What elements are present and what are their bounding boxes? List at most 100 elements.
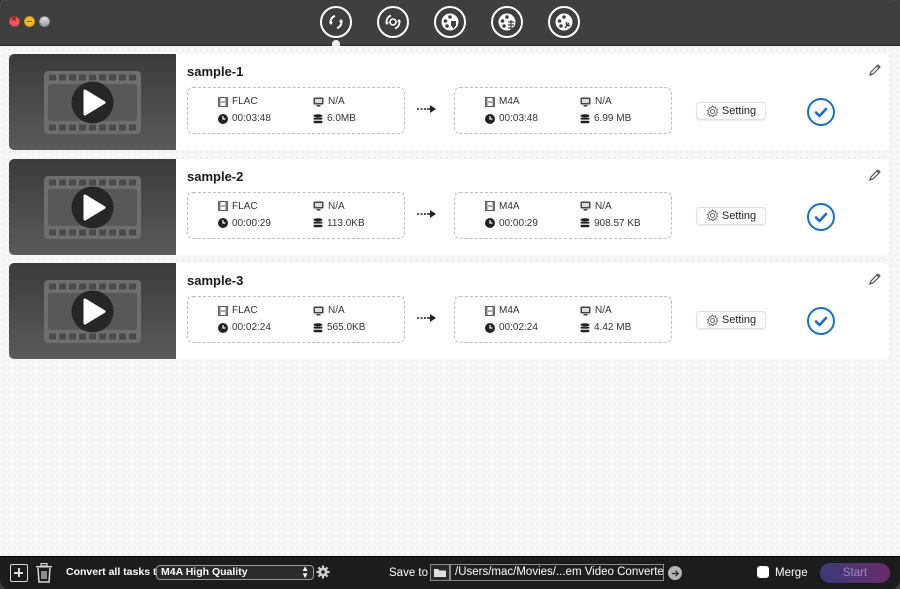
rename-button[interactable] [867, 271, 883, 287]
film-icon [485, 96, 495, 107]
source-duration: 00:02:24 [218, 322, 271, 333]
film-hole [69, 229, 76, 235]
source-duration-value: 00:03:48 [232, 113, 271, 124]
source-duration-value: 00:02:24 [232, 322, 271, 333]
film-icon [485, 201, 495, 211]
convert-tab[interactable] [320, 6, 352, 38]
target-duration-value: 00:02:24 [499, 322, 538, 333]
target-resolution-value: N/A [595, 305, 612, 316]
source-size: 6.0MB [313, 113, 356, 124]
video-thumbnail[interactable] [9, 54, 176, 150]
folder-icon [434, 569, 446, 577]
gear-icon [706, 209, 719, 222]
film-hole [89, 124, 96, 131]
film-hole [79, 333, 86, 340]
preset-settings-gear-icon[interactable] [316, 565, 330, 579]
target-duration: 00:03:48 [485, 113, 538, 124]
clock-icon [485, 322, 495, 333]
rename-button[interactable] [867, 62, 883, 78]
main-toolbar [320, 6, 580, 38]
film-hole [129, 74, 136, 81]
film-hole [89, 333, 96, 340]
minimize-window-button[interactable] [24, 16, 35, 27]
checkmark-icon [814, 107, 828, 118]
database-icon [313, 113, 323, 123]
film-hole [69, 74, 76, 81]
source-format-value: FLAC [232, 305, 258, 316]
convert-all-label: Convert all tasks to [66, 566, 163, 578]
film-hole [49, 283, 56, 290]
rename-button[interactable] [867, 167, 883, 183]
target-format-value: M4A [499, 96, 520, 107]
film-hole [119, 179, 126, 185]
task-name: sample-3 [187, 273, 244, 288]
film-icon [218, 305, 228, 316]
monitor-icon [313, 201, 324, 211]
target-format: M4A [485, 305, 520, 316]
tools-tab[interactable] [548, 6, 580, 38]
merge-checkbox[interactable] [757, 566, 769, 578]
download-tab[interactable] [434, 6, 466, 38]
task-name: sample-2 [187, 168, 244, 184]
video-thumbnail[interactable] [9, 158, 176, 255]
convert-arrow-icon [417, 314, 436, 322]
film-hole [59, 283, 66, 290]
film-hole [129, 283, 136, 290]
film-hole [69, 283, 76, 290]
edit-tab[interactable] [491, 6, 523, 38]
close-window-button[interactable] [9, 14, 20, 27]
gear-icon [706, 104, 719, 117]
film-hole [89, 229, 96, 235]
film-icon [218, 96, 228, 107]
clock-icon [218, 113, 228, 124]
target-size: 908.57 KB [580, 218, 641, 229]
target-format: M4A [485, 96, 520, 107]
delete-all-button[interactable] [35, 563, 53, 583]
target-format-value: M4A [499, 305, 520, 316]
save-to-label: Save to [389, 567, 428, 579]
open-folder-button[interactable] [668, 566, 682, 580]
task-setting-button[interactable]: Setting [696, 311, 766, 329]
film-icon [485, 305, 495, 316]
film-hole [49, 124, 56, 131]
start-button[interactable]: Start [820, 563, 890, 583]
monitor-icon [313, 97, 324, 106]
source-resolution-value: N/A [328, 200, 345, 212]
film-hole [49, 229, 56, 235]
target-duration-value: 00:00:29 [499, 217, 538, 229]
arrow-right-icon [671, 569, 679, 577]
database-icon [580, 218, 590, 228]
source-format: FLAC [218, 201, 258, 212]
source-size: 565.0KB [313, 322, 365, 333]
source-size-value: 6.0MB [327, 113, 356, 124]
target-duration-value: 00:03:48 [499, 113, 538, 124]
task-setting-button[interactable]: Setting [696, 206, 766, 225]
choose-folder-button[interactable] [430, 564, 450, 581]
checkmark-icon [814, 212, 828, 222]
video-thumbnail[interactable] [9, 263, 176, 359]
target-resolution-value: N/A [595, 200, 612, 212]
film-hole [79, 179, 86, 185]
save-path-field[interactable]: /Users/mac/Movies/...em Video Converter [450, 564, 664, 581]
task-setting-label: Setting [721, 209, 757, 222]
maximize-window-button[interactable] [39, 16, 50, 27]
clock-icon [218, 322, 228, 333]
output-preset-select[interactable]: M4A High Quality ▲ ▼ [156, 565, 314, 580]
bottom-bar: Convert all tasks to M4A High Quality ▲ ▼… [0, 556, 900, 589]
source-size-value: 113.0KB [327, 217, 365, 229]
task-row: sample-1 FLAC N/A 00:03:48 6.0MB M4A N/A 00:0… [9, 54, 889, 150]
add-file-button[interactable] [10, 564, 28, 582]
task-name: sample-1 [187, 64, 244, 79]
pencil-icon [869, 168, 881, 181]
source-format: FLAC [218, 96, 258, 107]
film-hole [129, 333, 136, 340]
rip-tab[interactable] [377, 6, 409, 38]
film-hole [119, 229, 126, 235]
rip-tab-icon [385, 14, 401, 30]
film-hole [69, 179, 76, 185]
source-resolution-value: N/A [328, 305, 345, 316]
source-format: FLAC [218, 305, 258, 316]
task-setting-button[interactable]: Setting [696, 102, 766, 120]
film-hole [79, 229, 86, 235]
pencil-icon [869, 64, 881, 76]
